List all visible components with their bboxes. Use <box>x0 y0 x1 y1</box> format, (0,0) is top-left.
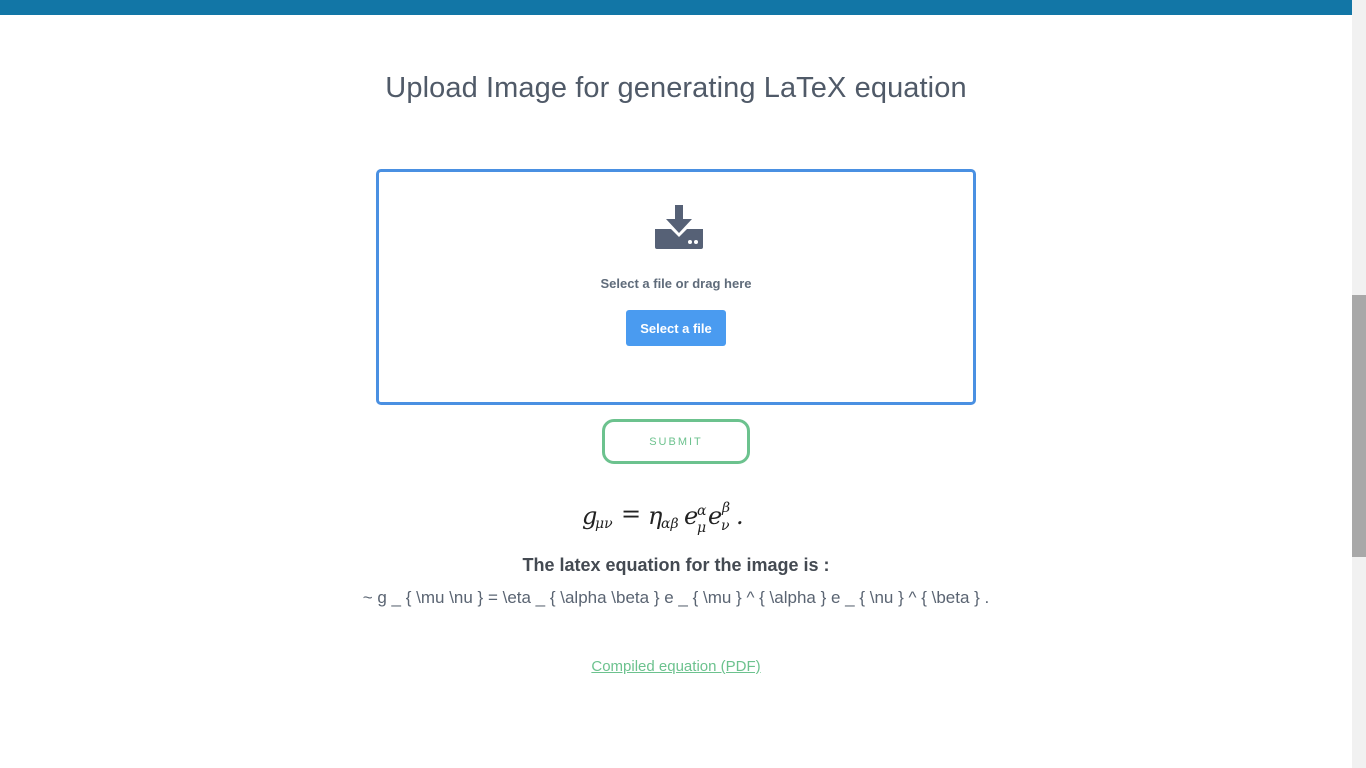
top-header-bar <box>0 0 1352 15</box>
submit-button[interactable]: SUBMIT <box>602 419 750 464</box>
svg-text:ν: ν <box>721 518 730 534</box>
svg-text:α: α <box>697 503 707 519</box>
dropzone-prompt: Select a file or drag here <box>600 276 752 291</box>
compiled-pdf-link[interactable]: Compiled equation (PDF) <box>591 658 760 675</box>
scrollbar-thumb[interactable] <box>1352 295 1366 557</box>
latex-output-text: ~ g _ { \mu \nu } = \eta _ { \alpha \bet… <box>362 588 990 607</box>
file-dropzone[interactable]: Select a file or drag here Select a file <box>376 169 976 405</box>
svg-text:.: . <box>736 502 744 530</box>
svg-text:β: β <box>721 500 730 516</box>
download-tray-icon <box>655 205 703 249</box>
equation-image: g μν = η αβ e α μ e β ν . <box>582 500 744 536</box>
result-heading: The latex equation for the image is : <box>522 555 830 575</box>
page-title: Upload Image for generating LaTeX equati… <box>385 72 967 104</box>
select-file-button[interactable]: Select a file <box>626 310 726 346</box>
pdf-link-wrapper: Compiled equation (PDF) <box>0 658 1352 675</box>
svg-text:μ: μ <box>697 520 706 536</box>
svg-text:αβ: αβ <box>661 516 679 532</box>
svg-text:μν: μν <box>595 516 613 532</box>
svg-text:=: = <box>621 500 641 528</box>
